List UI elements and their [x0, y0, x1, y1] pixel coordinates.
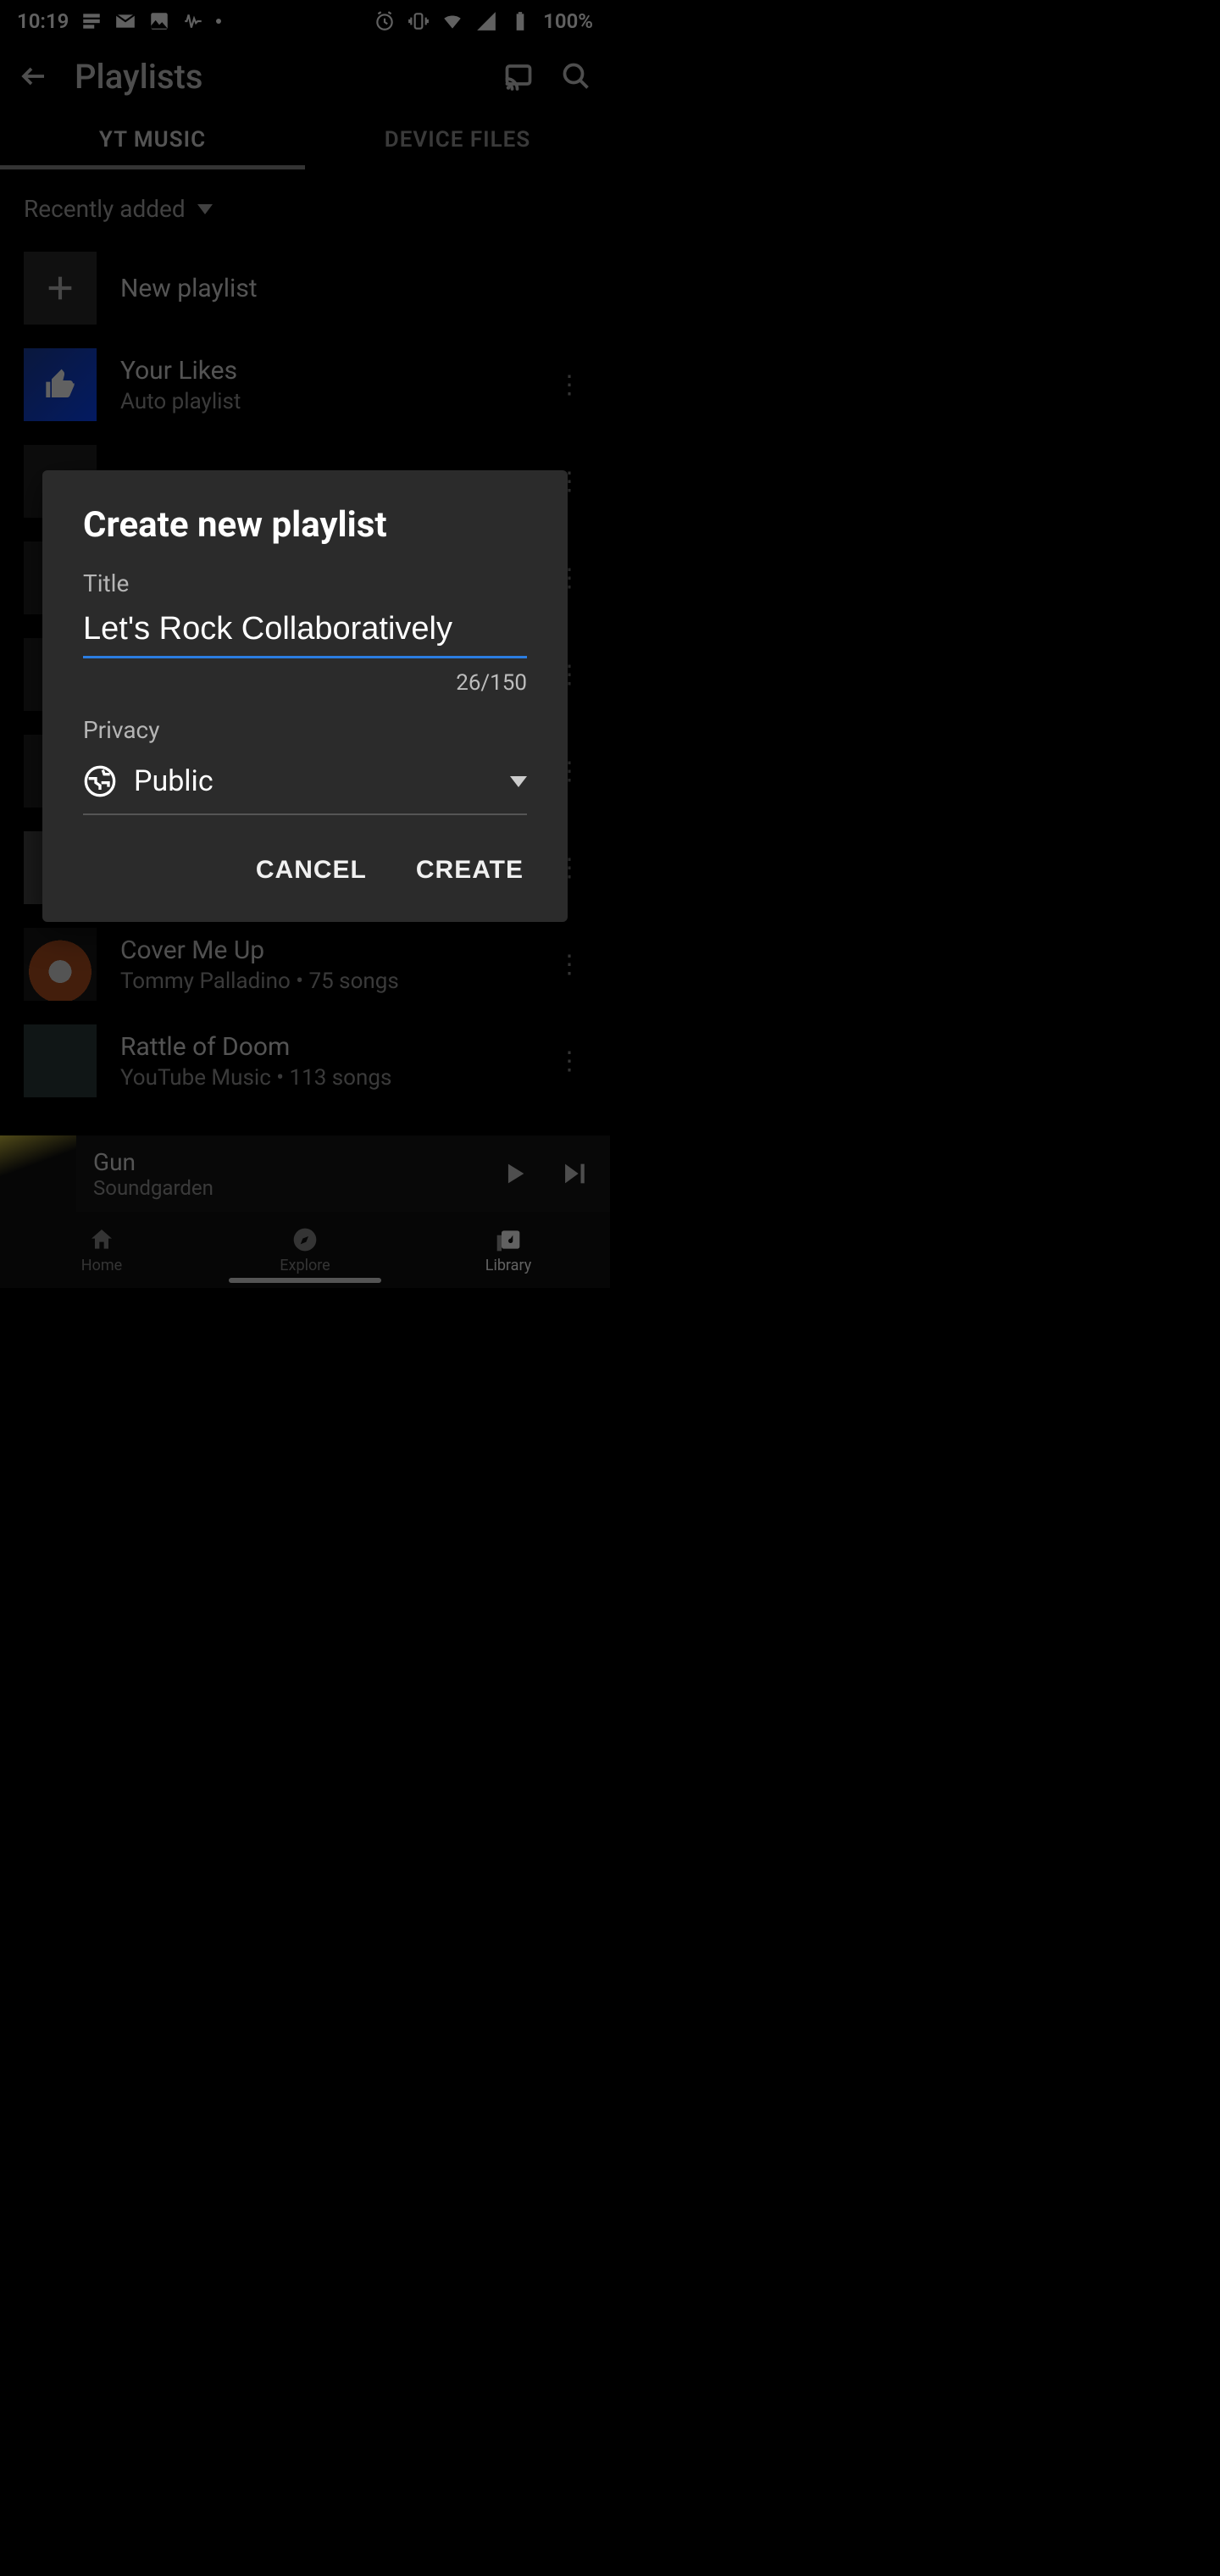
vibrate-icon	[408, 10, 430, 32]
nav-explore[interactable]: Explore	[203, 1212, 407, 1288]
playlist-thumb	[24, 928, 97, 1001]
wave-icon	[182, 10, 204, 32]
status-time: 10:19	[17, 9, 69, 33]
list-item[interactable]: Cover Me Up Tommy Palladino • 75 songs ⋮	[0, 916, 610, 1013]
explore-icon	[291, 1226, 319, 1253]
privacy-dropdown[interactable]: Public	[83, 752, 527, 815]
back-icon[interactable]	[17, 59, 51, 93]
tab-yt-music[interactable]: YT MUSIC	[0, 110, 305, 169]
playlist-thumb	[24, 348, 97, 421]
playlist-subtitle: Tommy Palladino • 75 songs	[120, 969, 529, 994]
wifi-icon	[441, 10, 463, 32]
app-header: Playlists	[0, 42, 610, 110]
more-icon[interactable]: ⋮	[552, 1046, 586, 1076]
playlist-title: Rattle of Doom	[120, 1032, 529, 1062]
cancel-button[interactable]: CANCEL	[252, 849, 370, 891]
tabs: YT MUSIC DEVICE FILES	[0, 110, 610, 169]
title-field-label: Title	[83, 569, 527, 597]
playlist-title-input[interactable]	[83, 606, 527, 658]
home-icon	[88, 1226, 115, 1253]
sort-dropdown[interactable]: Recently added	[0, 169, 610, 240]
battery-icon	[509, 10, 531, 32]
privacy-value: Public	[134, 764, 493, 798]
library-icon	[495, 1226, 522, 1253]
battery-percent: 100%	[543, 9, 593, 33]
photos-icon	[148, 10, 170, 32]
list-item[interactable]: Rattle of Doom YouTube Music • 113 songs…	[0, 1013, 610, 1109]
now-playing-thumb	[0, 1135, 76, 1212]
nav-home[interactable]: Home	[0, 1212, 203, 1288]
notification-dot-icon	[216, 19, 221, 24]
cast-icon[interactable]	[502, 59, 535, 93]
tab-label: DEVICE FILES	[385, 127, 530, 153]
status-bar: 10:19 100%	[0, 0, 610, 42]
playlist-subtitle: Auto playlist	[120, 389, 529, 414]
privacy-field-label: Privacy	[83, 716, 527, 744]
signal-icon	[475, 10, 497, 32]
playlist-subtitle: YouTube Music • 113 songs	[120, 1065, 529, 1091]
tab-label: YT MUSIC	[99, 127, 206, 153]
now-playing-bar[interactable]: Gun Soundgarden	[0, 1135, 610, 1212]
playlist-title: Your Likes	[120, 356, 529, 386]
more-icon[interactable]: ⋮	[552, 370, 586, 400]
app-icon-1	[80, 10, 103, 32]
gmail-icon	[114, 10, 136, 32]
chevron-down-icon	[510, 776, 527, 787]
new-playlist-label: New playlist	[120, 274, 586, 303]
dialog-title: Create new playlist	[83, 504, 527, 546]
nav-label: Library	[485, 1257, 532, 1274]
create-playlist-dialog: Create new playlist Title 26/150 Privacy…	[42, 470, 568, 922]
gesture-handle[interactable]	[229, 1278, 381, 1283]
search-icon[interactable]	[559, 59, 593, 93]
alarm-icon	[374, 10, 396, 32]
char-counter: 26/150	[83, 670, 527, 696]
page-title: Playlists	[75, 57, 478, 97]
nav-label: Home	[81, 1257, 122, 1274]
chevron-down-icon	[197, 204, 213, 214]
playlist-title: Cover Me Up	[120, 935, 529, 965]
nav-label: Explore	[280, 1257, 330, 1274]
new-playlist-row[interactable]: New playlist	[0, 240, 610, 336]
playlist-thumb	[24, 1024, 97, 1097]
now-playing-title: Gun	[93, 1148, 476, 1176]
sort-label: Recently added	[24, 195, 186, 223]
next-button[interactable]	[552, 1152, 595, 1195]
plus-icon	[24, 252, 97, 325]
nav-library[interactable]: Library	[407, 1212, 610, 1288]
bottom-nav: Home Explore Library	[0, 1212, 610, 1288]
more-icon[interactable]: ⋮	[552, 950, 586, 980]
play-button[interactable]	[493, 1152, 535, 1195]
create-button[interactable]: CREATE	[413, 849, 527, 891]
tab-device-files[interactable]: DEVICE FILES	[305, 110, 610, 169]
now-playing-artist: Soundgarden	[93, 1176, 476, 1200]
globe-icon	[83, 764, 117, 798]
list-item[interactable]: Your Likes Auto playlist ⋮	[0, 336, 610, 433]
